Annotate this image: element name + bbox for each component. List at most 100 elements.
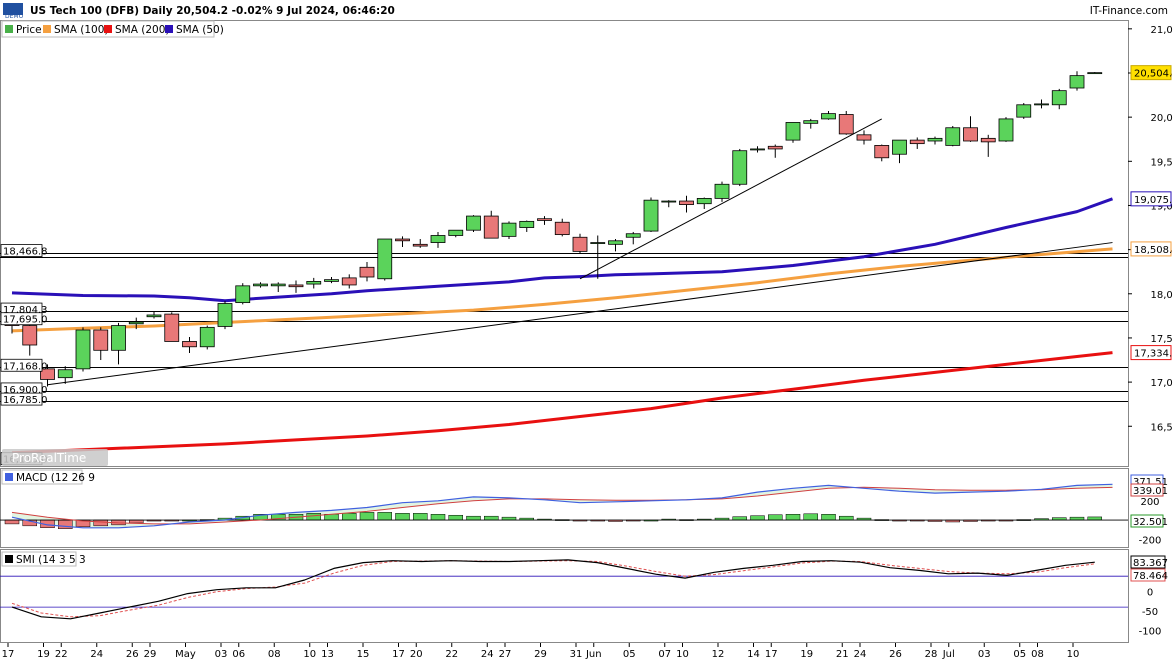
price-tick-label: 16,500 (1151, 422, 1173, 433)
macd-histogram-bar (732, 516, 747, 521)
candle (1034, 99, 1049, 109)
candle (838, 110, 854, 135)
smi-tag-value: 83.367 (1130, 555, 1168, 569)
candle-body (998, 118, 1014, 142)
candle (608, 239, 623, 252)
candle (625, 231, 641, 245)
price-tick-label: 20,000 (1151, 113, 1173, 124)
time-tick-label: 05 (623, 649, 636, 660)
candle (501, 221, 517, 240)
svg-text:SMA (100): SMA (100) (54, 24, 108, 36)
candle-body (341, 277, 357, 286)
candle (679, 195, 694, 213)
candle (1016, 103, 1032, 119)
candle-body (128, 321, 144, 325)
candle (998, 117, 1014, 142)
candle-body (821, 113, 836, 120)
macd-histogram-bar (58, 519, 73, 529)
candle-body (767, 145, 783, 150)
candle-body (146, 314, 162, 318)
candle-body (838, 114, 854, 135)
candle (288, 280, 304, 293)
level-label-0: 18,466.8 (0, 244, 48, 258)
macd-swatch-icon (5, 473, 13, 481)
candle-body (466, 215, 481, 231)
time-tick-label: Jul (942, 649, 955, 660)
time-axis: 17 19 22 24 26 29 May 03 06 08 10 13 15 17 20 22 24 27 29 3… (2, 643, 1079, 660)
candle-body (661, 200, 677, 203)
macd-legend: MACD (12 26 9 (1, 469, 95, 485)
time-tick-label: 24 (481, 649, 494, 660)
level-label-text: 17,695.0 (3, 315, 48, 326)
candle (430, 231, 446, 248)
candle (235, 283, 251, 305)
macd-histogram-bar (413, 513, 428, 521)
price-tags: 20,504. 19,075. 18,508. 17,334. (1130, 65, 1172, 361)
candle-body (803, 120, 819, 124)
macd-histogram-bar (821, 514, 836, 521)
candle-body (750, 148, 765, 151)
level-label-5: 16,785.0 (0, 392, 48, 406)
candle (324, 277, 339, 284)
candle-body (874, 145, 890, 159)
macd-histogram-bar (377, 512, 392, 521)
time-tick-label: 21 (836, 649, 849, 660)
svg-text:SMA (200): SMA (200) (115, 24, 169, 36)
time-tick-label: May (175, 649, 196, 660)
candle-body (75, 329, 91, 370)
candle (182, 337, 197, 353)
macd-tick-label: -200 (1139, 535, 1162, 546)
demo-badge: DEMO (5, 13, 24, 20)
candle-body (1087, 72, 1103, 75)
legend: Price SMA (100) SMA (200) SMA (50) (1, 20, 224, 38)
macd-tag-hist_value: 32.501 (1130, 514, 1168, 528)
price-tag-text: 17,334. (1134, 349, 1172, 360)
macd-tag-signal_value: 339.01 (1130, 483, 1168, 497)
candle-body (501, 222, 517, 237)
macd-histogram-bar (395, 513, 410, 521)
candle (945, 125, 961, 147)
smi-tick-label: -50 (1142, 607, 1158, 618)
smi-tick-label: 0 (1147, 588, 1153, 599)
candle-body (306, 281, 322, 285)
time-tick-label: 24 (90, 649, 103, 660)
candle-body (590, 242, 606, 244)
candle (466, 215, 481, 232)
candle (661, 200, 677, 208)
candle-body (892, 139, 907, 155)
time-tick-label: 17 (2, 649, 15, 660)
price-tag-sma50: 19,075. (1130, 191, 1172, 207)
candle (821, 110, 836, 120)
price-tick-label: 18,000 (1151, 290, 1173, 301)
candle (909, 137, 925, 149)
candle (963, 116, 978, 142)
smi-legend: SMI (14 3 5 3 (1, 551, 86, 567)
candle (217, 300, 233, 330)
level-label-text: 18,466.8 (3, 247, 48, 258)
watermark: ProRealTime (2, 449, 108, 466)
candle (253, 282, 268, 288)
time-tick-label: 03 (215, 649, 228, 660)
candle (199, 325, 215, 350)
smi-panel-frame (0, 549, 1129, 643)
macd-tag-text: 339.01 (1133, 486, 1168, 497)
time-tick-label: 27 (499, 649, 512, 660)
smi-signal-line (11, 560, 1095, 618)
time-tick-label: 22 (445, 649, 458, 660)
candle-body (235, 285, 251, 304)
candle-body (1016, 104, 1032, 118)
candle (270, 282, 286, 293)
time-tick-label: 31 (570, 649, 583, 660)
macd-histogram-bar (785, 514, 801, 521)
candle (341, 274, 357, 289)
candle-body (714, 183, 730, 199)
time-tick-label: 17 (765, 649, 778, 660)
candle (767, 144, 783, 158)
candle-body (1069, 75, 1085, 89)
candle (93, 327, 109, 361)
candle-body (1051, 90, 1067, 106)
candle-body (856, 134, 872, 141)
candle (164, 312, 180, 342)
trendline-1 (579, 118, 882, 280)
candle (874, 144, 890, 162)
